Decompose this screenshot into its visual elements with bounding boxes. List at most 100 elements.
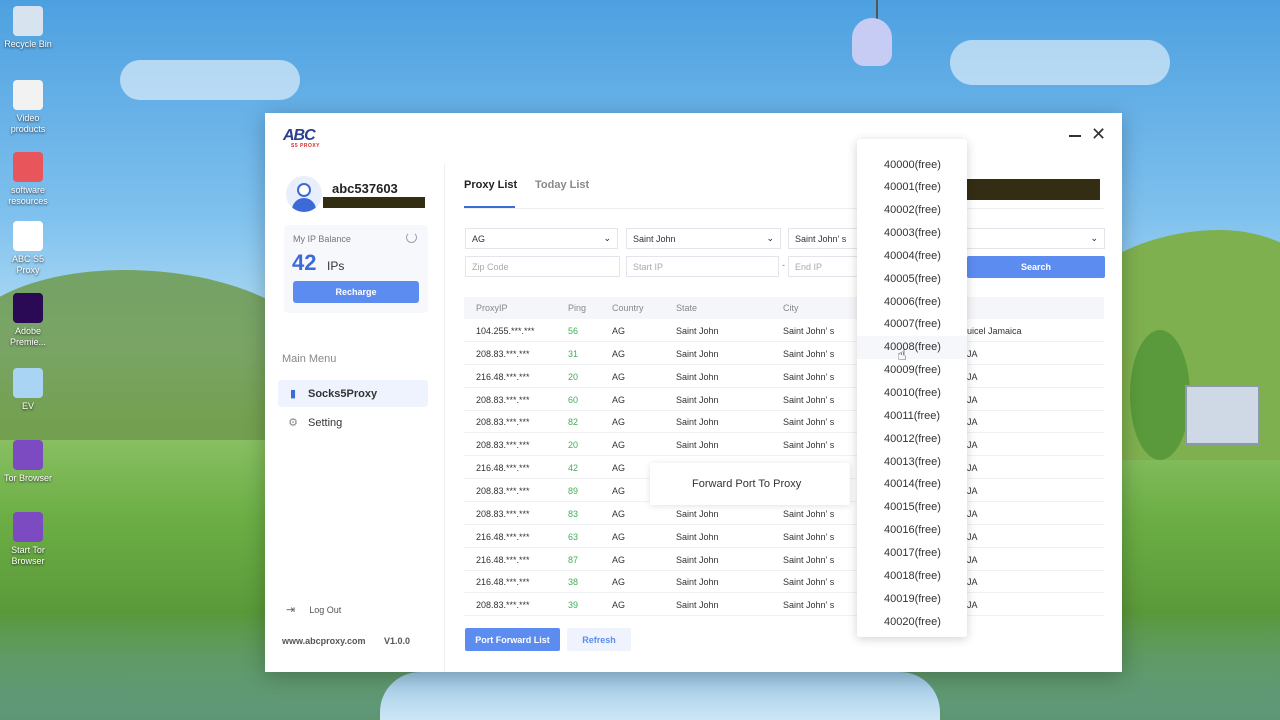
refresh-button[interactable]: Refresh (567, 628, 631, 651)
refresh-balance-icon[interactable] (406, 232, 417, 243)
desktop-icon[interactable]: Recycle Bin (2, 6, 54, 50)
cell-state: Saint John (676, 554, 719, 565)
desktop-icon[interactable]: Adobe Premie... (2, 293, 54, 348)
cell-ping: 60 (568, 394, 579, 405)
port-option[interactable]: 40009(free) (857, 359, 967, 382)
website-link[interactable]: www.abcproxy.com (282, 636, 366, 646)
cell-city: Saint John’ s (783, 577, 835, 588)
redacted-email (323, 197, 425, 208)
port-option[interactable]: 40001(free) (857, 176, 967, 199)
cell-city: Saint John’ s (783, 508, 835, 519)
cell-state: Saint John (676, 348, 719, 359)
city-select[interactable]: Saint John’ s (788, 228, 858, 249)
table-row[interactable]: 208.83.***.*** 20 AG Saint John Saint John’ … (464, 433, 1104, 457)
table-row[interactable]: 216.48.***.*** 38 AG Saint John Saint John’ … (464, 570, 1104, 594)
cell-isp: JA (967, 348, 978, 359)
cell-country: AG (612, 577, 626, 588)
tab-proxy-list[interactable]: Proxy List (464, 179, 517, 191)
end-ip-input[interactable]: End IP (788, 256, 858, 277)
port-option[interactable]: 40006(free) (857, 290, 967, 313)
desktop-icon[interactable]: EV (2, 368, 54, 412)
cell-state: Saint John (676, 508, 719, 519)
port-option[interactable]: 40019(free) (857, 587, 967, 610)
cell-city: Saint John’ s (783, 554, 835, 565)
ip-range-dash: - (782, 260, 785, 270)
zip-code-input[interactable]: Zip Code (465, 256, 620, 277)
cell-ping: 82 (568, 417, 579, 428)
table-row[interactable]: 104.255.***.*** 56 AG Saint John Saint John’… (464, 319, 1104, 342)
desktop-icon[interactable]: ABC S5 Proxy (2, 221, 54, 276)
menu-item-label: Setting (308, 416, 343, 429)
city-value: Saint John’ s (795, 233, 847, 244)
port-option[interactable]: 40016(free) (857, 519, 967, 542)
port-option[interactable]: 40017(free) (857, 541, 967, 564)
table-row[interactable]: 208.83.***.*** 82 AG Saint John Saint John’ … (464, 410, 1104, 434)
main-menu-label: Main Menu (282, 353, 337, 365)
recharge-button[interactable]: Recharge (293, 281, 419, 303)
document-icon (13, 80, 43, 110)
column-header-city: City (783, 303, 799, 313)
close-button[interactable]: ✕ (1091, 125, 1106, 143)
logout-link[interactable]: ⇥ Log Out (286, 603, 341, 616)
port-option[interactable]: 40011(free) (857, 404, 967, 427)
table-row[interactable]: 208.83.***.*** 60 AG Saint John Saint John’ … (464, 388, 1104, 411)
cell-isp: JA (967, 463, 978, 474)
column-header-state: State (676, 303, 698, 313)
port-option[interactable]: 40004(free) (857, 244, 967, 267)
balance-card: My IP Balance 42 IPs Recharge (284, 225, 428, 313)
desktop-icon[interactable]: Video products (2, 80, 54, 135)
logo-text: ABC (283, 127, 316, 144)
logout-icon: ⇥ (286, 604, 296, 616)
desktop-icon-label: Tor Browser (3, 473, 52, 483)
start-ip-input[interactable]: Start IP (626, 256, 779, 277)
table-row[interactable]: 216.48.***.*** 87 AG Saint John Saint John’ … (464, 548, 1104, 571)
port-option[interactable]: 40005(free) (857, 267, 967, 290)
menu-item-socks5proxy[interactable]: ▮ Socks5Proxy (278, 380, 428, 407)
menu-item-setting[interactable]: ⚙ Setting (278, 409, 428, 436)
desktop-icon[interactable]: Tor Browser (2, 440, 54, 484)
desktop-icon[interactable]: software resources (2, 152, 54, 207)
tab-today-list[interactable]: Today List (535, 179, 589, 191)
port-option[interactable]: 40007(free) (857, 313, 967, 336)
port-option[interactable]: 40015(free) (857, 496, 967, 519)
port-option[interactable]: 40014(free) (857, 473, 967, 496)
port-option[interactable]: 40018(free) (857, 564, 967, 587)
cell-city: Saint John’ s (783, 417, 835, 428)
cell-ping: 20 (568, 440, 579, 451)
gear-icon: ⚙ (288, 417, 298, 429)
cell-ping: 83 (568, 508, 579, 519)
river (380, 672, 940, 720)
cell-ip: 208.83.***.*** (476, 348, 530, 359)
cell-isp: JA (967, 440, 978, 451)
logo-subtext: S5 PROXY (291, 143, 321, 149)
table-row[interactable]: 208.83.***.*** 39 AG Saint John Saint John’ … (464, 593, 1104, 617)
port-dropdown[interactable]: 40000(free) 40001(free) 40002(free) 40003(f… (857, 139, 967, 637)
port-option[interactable]: 40020(free) (857, 610, 967, 633)
port-option[interactable]: 40010(free) (857, 382, 967, 405)
port-option[interactable]: 40003(free) (857, 222, 967, 245)
port-option[interactable]: 40008(free) (857, 335, 967, 359)
port-option[interactable]: 40013(free) (857, 450, 967, 473)
minimize-button[interactable] (1067, 127, 1083, 143)
country-select[interactable]: AG ⌄ (465, 228, 618, 249)
desktop-icon[interactable]: Start Tor Browser (2, 512, 54, 567)
table-row[interactable]: 208.83.***.*** 83 AG Saint John Saint John’ … (464, 502, 1104, 525)
cell-ip: 216.48.***.*** (476, 554, 530, 565)
search-button[interactable]: Search (967, 256, 1105, 278)
port-option[interactable]: 40012(free) (857, 427, 967, 450)
table-row[interactable]: 208.83.***.*** 31 AG Saint John Saint John’ … (464, 342, 1104, 365)
cell-country: AG (612, 394, 626, 405)
desktop-icon-label: Recycle Bin (4, 39, 52, 49)
isp-select[interactable]: ⌄ (967, 228, 1105, 249)
table-row[interactable]: 216.48.***.*** 63 AG Saint John Saint John’ … (464, 525, 1104, 548)
forward-port-to-proxy-item[interactable]: Forward Port To Proxy (650, 463, 850, 505)
tab-divider (464, 208, 1104, 209)
tor-icon (13, 512, 43, 542)
table-row[interactable]: 216.48.***.*** 20 AG Saint John Saint John’ … (464, 365, 1104, 388)
cell-isp: JA (967, 600, 978, 611)
logout-label: Log Out (309, 604, 342, 615)
state-select[interactable]: Saint John ⌄ (626, 228, 781, 249)
port-forward-list-button[interactable]: Port Forward List (465, 628, 560, 651)
port-option[interactable]: 40002(free) (857, 199, 967, 222)
port-option[interactable]: 40000(free) (857, 153, 967, 176)
